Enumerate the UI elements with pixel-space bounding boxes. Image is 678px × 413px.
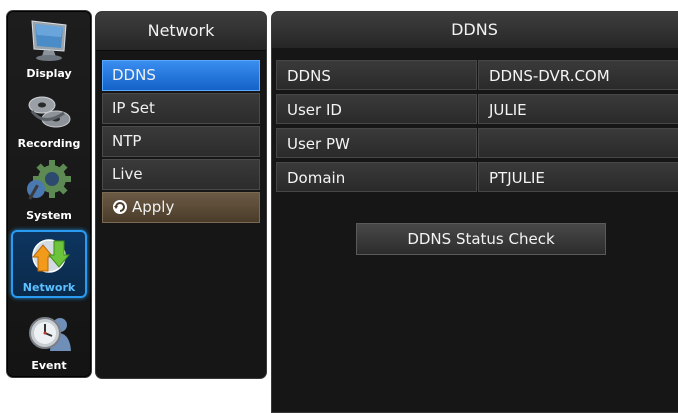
field-row-user-pw: User PW	[276, 128, 678, 158]
category-label: Network	[22, 281, 76, 294]
field-row-user-id: User ID JULIE	[276, 94, 678, 124]
submenu-panel: Network DDNS IP Set NTP Live Apply	[95, 11, 267, 379]
panel-title: DDNS	[272, 12, 678, 48]
domain-field[interactable]: PTJULIE	[478, 162, 678, 192]
category-system[interactable]: System	[11, 157, 87, 225]
category-event[interactable]: Event	[11, 307, 87, 375]
submenu-item-ddns[interactable]: DDNS	[102, 60, 260, 91]
field-row-ddns: DDNS DDNS-DVR.COM	[276, 60, 678, 90]
film-reels-icon	[28, 96, 71, 128]
apply-button[interactable]: Apply	[102, 192, 260, 223]
field-row-domain: Domain PTJULIE	[276, 162, 678, 192]
network-arrows-icon	[31, 239, 71, 273]
monitor-icon	[31, 20, 67, 61]
field-label: DDNS	[276, 60, 477, 90]
submenu-item-ntp[interactable]: NTP	[102, 126, 260, 157]
field-label: Domain	[276, 162, 477, 192]
ddns-server-select[interactable]: DDNS-DVR.COM	[478, 60, 678, 90]
category-sidebar: Display Recording System Network Event	[6, 10, 92, 378]
ddns-status-check-button[interactable]: DDNS Status Check	[356, 223, 606, 255]
ddns-settings-panel: DDNS DDNS DDNS-DVR.COM User ID JULIE Use…	[271, 11, 678, 413]
user-id-field[interactable]: JULIE	[478, 94, 678, 124]
category-label: Event	[31, 359, 67, 372]
submenu-item-ip-set[interactable]: IP Set	[102, 93, 260, 124]
category-network[interactable]: Network	[11, 230, 87, 298]
category-recording[interactable]: Recording	[11, 85, 87, 153]
field-label: User PW	[276, 128, 477, 158]
gear-icon	[27, 160, 71, 200]
user-pw-field[interactable]	[478, 128, 678, 158]
clock-person-icon	[29, 317, 71, 351]
submenu-item-live[interactable]: Live	[102, 159, 260, 190]
category-label: Recording	[17, 137, 81, 150]
category-label: System	[26, 209, 72, 222]
apply-label: Apply	[132, 198, 175, 216]
submenu-title: Network	[96, 12, 266, 51]
refresh-icon	[113, 200, 127, 214]
category-label: Display	[26, 67, 72, 80]
field-label: User ID	[276, 94, 477, 124]
category-display[interactable]: Display	[11, 15, 87, 83]
